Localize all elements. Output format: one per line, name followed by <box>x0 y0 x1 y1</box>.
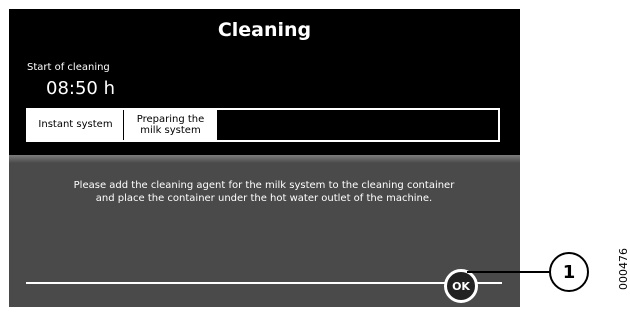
start-time-value: 08:50 h <box>46 78 116 99</box>
callout-leader-line <box>467 271 550 273</box>
bottom-divider <box>26 282 502 284</box>
step-preparing-milk-system: Preparing the milk system <box>124 110 218 140</box>
step-instant-system: Instant system <box>28 110 124 140</box>
step-label: Preparing the milk system <box>136 113 205 137</box>
cleaning-steps-bar: Instant system Preparing the milk system <box>26 108 500 142</box>
start-of-cleaning-label: Start of cleaning <box>27 62 110 73</box>
figure-id: 000476 <box>617 248 630 290</box>
machine-display: Cleaning Start of cleaning 08:50 h Insta… <box>9 9 520 307</box>
ok-button[interactable]: OK <box>444 269 478 303</box>
panel-divider-glow <box>9 155 520 163</box>
instruction-message: Please add the cleaning agent for the mi… <box>73 180 455 204</box>
screen-title: Cleaning <box>217 19 312 41</box>
steps-remaining-area <box>218 110 498 140</box>
callout-marker: 1 <box>549 252 589 292</box>
